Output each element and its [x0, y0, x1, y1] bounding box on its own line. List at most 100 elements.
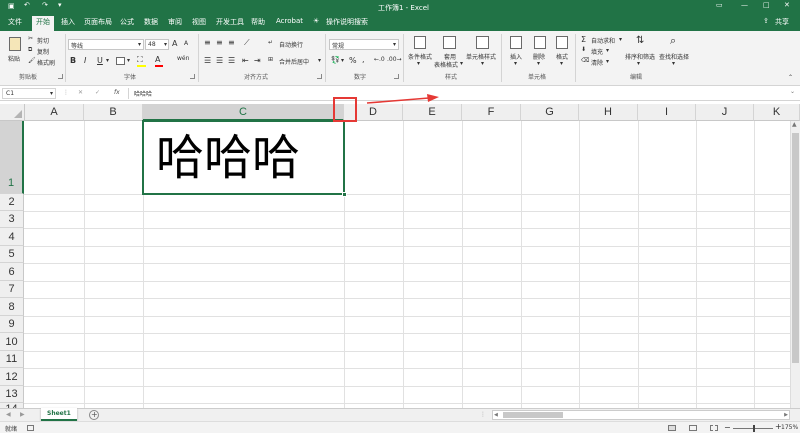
font-launcher-icon[interactable]: [190, 74, 195, 79]
increase-decimal-icon[interactable]: ←.0: [374, 56, 385, 63]
indent-decrease-icon[interactable]: ⇤: [242, 56, 249, 65]
horizontal-scrollbar[interactable]: ◀ ▶: [492, 410, 790, 420]
row-header-11[interactable]: 11: [0, 351, 24, 368]
phonetic-button[interactable]: wén: [177, 55, 189, 62]
scroll-up-icon[interactable]: ▲: [792, 121, 797, 128]
zoom-slider-handle[interactable]: [753, 425, 755, 432]
chevron-down-icon[interactable]: ▾: [460, 60, 463, 67]
tab-help[interactable]: 帮助: [251, 17, 265, 27]
horizontal-scroll-thumb[interactable]: [503, 412, 563, 418]
fill-icon[interactable]: ⬇: [581, 46, 586, 53]
row-header-13[interactable]: 13: [0, 386, 24, 403]
column-header-b[interactable]: B: [84, 104, 143, 121]
page-break-view-icon[interactable]: [710, 425, 718, 431]
tab-view[interactable]: 视图: [192, 17, 206, 27]
save-icon[interactable]: ▣: [8, 2, 15, 10]
cut-button[interactable]: 剪切: [37, 36, 49, 45]
format-painter-button[interactable]: 格式刷: [37, 58, 55, 67]
row-header-5[interactable]: 5: [0, 246, 24, 263]
copy-icon[interactable]: ⧉: [28, 46, 32, 54]
orientation-icon[interactable]: ⟋: [244, 38, 250, 48]
undo-icon[interactable]: ↶: [24, 1, 30, 9]
column-header-c[interactable]: C: [143, 104, 344, 121]
insert-cells-icon[interactable]: [510, 36, 522, 49]
chevron-down-icon[interactable]: ▾: [637, 60, 640, 67]
decrease-decimal-icon[interactable]: .00→: [387, 56, 402, 63]
page-layout-view-icon[interactable]: [689, 425, 697, 431]
percent-button[interactable]: %: [349, 56, 357, 65]
indent-increase-icon[interactable]: ⇥: [254, 56, 261, 65]
chevron-down-icon[interactable]: ▾: [560, 60, 563, 67]
fill-handle[interactable]: [342, 192, 347, 197]
brush-icon[interactable]: 🖌: [28, 57, 36, 64]
clipboard-launcher-icon[interactable]: [58, 74, 63, 79]
maximize-icon[interactable]: □: [763, 1, 770, 9]
align-middle-icon[interactable]: ≡: [216, 38, 223, 47]
underline-button[interactable]: U: [97, 56, 103, 65]
macro-record-icon[interactable]: [27, 425, 34, 431]
collapse-ribbon-icon[interactable]: ⌃: [788, 74, 793, 81]
row-header-9[interactable]: 9: [0, 316, 24, 333]
copy-button[interactable]: 复制: [37, 47, 49, 56]
borders-icon[interactable]: [116, 57, 125, 65]
sort-filter-icon[interactable]: ⇅: [636, 35, 644, 46]
currency-icon[interactable]: 💱: [331, 56, 340, 64]
tab-data[interactable]: 数据: [144, 17, 158, 27]
tab-developer[interactable]: 开发工具: [216, 17, 244, 27]
minimize-icon[interactable]: —: [741, 1, 748, 9]
tab-split-icon[interactable]: ⋮: [480, 411, 486, 418]
zoom-level[interactable]: 175%: [781, 424, 798, 431]
merge-icon[interactable]: ⊞: [268, 56, 273, 63]
font-name-select[interactable]: 等线 ▾: [68, 39, 144, 50]
scroll-thumb[interactable]: [792, 133, 799, 363]
row-header-6[interactable]: 6: [0, 263, 24, 281]
merge-center-button[interactable]: 合并后居中: [279, 57, 309, 66]
fill-button[interactable]: 填充: [591, 47, 603, 56]
align-left-icon[interactable]: ☰: [204, 56, 211, 65]
cell-styles-icon[interactable]: [476, 36, 489, 49]
column-header-g[interactable]: G: [521, 104, 579, 121]
shrink-font-button[interactable]: A: [184, 40, 188, 47]
add-sheet-button[interactable]: +: [89, 410, 99, 420]
scroll-right-icon[interactable]: ▶: [784, 412, 788, 418]
chevron-down-icon[interactable]: ▾: [127, 57, 130, 64]
magnifier-icon[interactable]: ⌕: [670, 34, 676, 48]
enter-icon[interactable]: ✓: [95, 89, 100, 96]
alignment-launcher-icon[interactable]: [317, 74, 322, 79]
chevron-down-icon[interactable]: ▾: [514, 60, 517, 67]
tab-file[interactable]: 文件: [8, 17, 22, 27]
chevron-down-icon[interactable]: ▾: [672, 60, 675, 67]
customize-icon[interactable]: ▾: [58, 1, 62, 9]
tab-insert[interactable]: 插入: [61, 17, 75, 27]
sheet-tab-sheet1[interactable]: Sheet1: [41, 408, 77, 421]
eraser-icon[interactable]: ⌫: [581, 57, 589, 64]
column-header-a[interactable]: A: [25, 104, 84, 121]
chevron-down-icon[interactable]: ▾: [537, 60, 540, 67]
column-header-f[interactable]: F: [462, 104, 521, 121]
italic-button[interactable]: I: [84, 56, 86, 65]
wrap-text-button[interactable]: 自动换行: [279, 40, 303, 49]
conditional-format-icon[interactable]: [414, 36, 426, 49]
font-size-select[interactable]: 48 ▾: [145, 39, 169, 50]
scroll-left-icon[interactable]: ◀: [494, 412, 498, 418]
format-table-icon[interactable]: [443, 36, 456, 49]
tab-acrobat[interactable]: Acrobat: [276, 17, 303, 25]
row-header-4[interactable]: 4: [0, 228, 24, 246]
cut-icon[interactable]: ✂: [28, 35, 33, 42]
chevron-down-icon[interactable]: ▾: [606, 58, 609, 65]
fill-color-icon[interactable]: ⛶: [137, 55, 143, 65]
align-right-icon[interactable]: ☰: [228, 56, 235, 65]
format-table-label2[interactable]: 表格格式: [434, 60, 458, 69]
ribbon-display-icon[interactable]: ▭: [716, 1, 723, 9]
active-cell-c1[interactable]: 哈哈哈: [142, 120, 347, 197]
row-header-8[interactable]: 8: [0, 298, 24, 316]
delete-cells-icon[interactable]: [534, 36, 546, 49]
column-header-h[interactable]: H: [579, 104, 638, 121]
redo-icon[interactable]: ↷: [42, 1, 48, 9]
vertical-scrollbar[interactable]: ▲: [790, 121, 800, 409]
chevron-down-icon[interactable]: ▾: [341, 57, 344, 64]
expand-formula-icon[interactable]: ⌄: [790, 88, 795, 95]
prev-sheet-icon[interactable]: ◀: [6, 411, 11, 418]
number-launcher-icon[interactable]: [394, 74, 399, 79]
paste-icon[interactable]: [9, 37, 21, 51]
